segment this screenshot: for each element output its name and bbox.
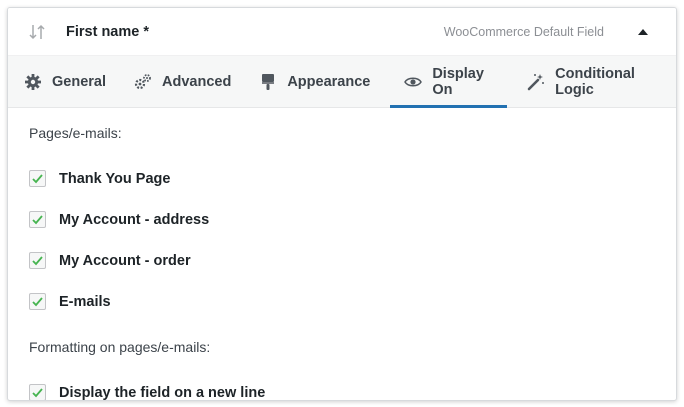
checkmark-icon [32, 215, 43, 225]
checkbox-row-emails[interactable]: E-mails [29, 281, 676, 322]
tab-appearance[interactable]: Appearance [251, 56, 378, 107]
sort-arrows-icon[interactable] [26, 21, 48, 43]
gears-icon [134, 73, 152, 91]
display-on-content: Pages/e-mails: Thank You Page My Account… [8, 108, 676, 401]
tab-display-on[interactable]: Display On [390, 56, 508, 108]
checkmark-icon [32, 174, 43, 184]
gear-icon [24, 73, 42, 91]
tab-general[interactable]: General [16, 56, 114, 107]
checkbox[interactable] [29, 384, 46, 400]
checkbox-row-my-account-order[interactable]: My Account - order [29, 240, 676, 281]
collapse-button[interactable] [632, 21, 654, 43]
tab-label: Appearance [287, 73, 371, 90]
tab-label: Display On [432, 65, 484, 98]
field-panel: First name * WooCommerce Default Field G… [7, 7, 677, 401]
tab-advanced[interactable]: Advanced [126, 56, 239, 107]
checkbox[interactable] [29, 252, 46, 269]
checkbox-label: E-mails [59, 293, 111, 310]
checkbox[interactable] [29, 170, 46, 187]
checkbox-row-new-line[interactable]: Display the field on a new line [29, 372, 676, 401]
field-title: First name * [66, 23, 149, 40]
tab-bar: General Advanced Appearance Display On C… [8, 55, 676, 108]
tab-label: Advanced [162, 73, 232, 90]
checkmark-icon [32, 297, 43, 307]
checkbox-label: Display the field on a new line [59, 384, 266, 401]
section-label-formatting: Formatting on pages/e-mails: [29, 339, 211, 355]
tab-label: General [52, 73, 106, 90]
caret-up-icon [638, 28, 648, 35]
paint-brush-icon [259, 73, 277, 91]
section-label-pages: Pages/e-mails: [29, 125, 122, 141]
checkbox-label: My Account - order [59, 252, 191, 269]
checkbox[interactable] [29, 293, 46, 310]
magic-wand-icon [527, 73, 545, 91]
tab-label: Conditional Logic [555, 65, 635, 98]
checkbox[interactable] [29, 211, 46, 228]
checkbox-row-thank-you-page[interactable]: Thank You Page [29, 158, 676, 199]
checkbox-label: My Account - address [59, 211, 210, 228]
checkmark-icon [32, 256, 43, 266]
tab-conditional-logic[interactable]: Conditional Logic [519, 56, 664, 107]
field-type-label: WooCommerce Default Field [443, 24, 604, 39]
checkbox-row-my-account-address[interactable]: My Account - address [29, 199, 676, 240]
checkmark-icon [32, 388, 43, 398]
eye-icon [404, 73, 423, 91]
field-header[interactable]: First name * WooCommerce Default Field [8, 8, 676, 55]
checkbox-label: Thank You Page [59, 170, 171, 187]
